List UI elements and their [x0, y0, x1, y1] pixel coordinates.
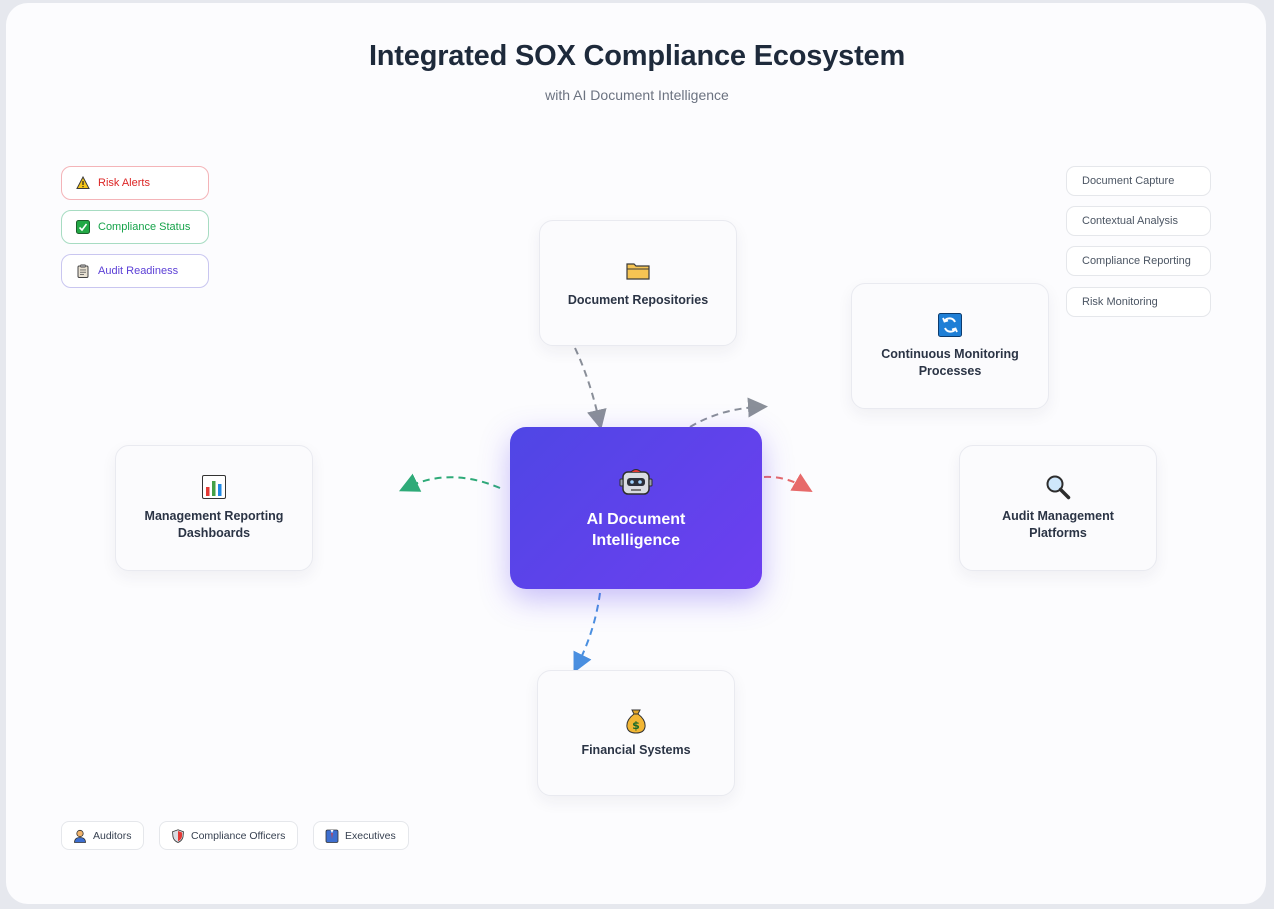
magnifier-icon	[1045, 474, 1071, 500]
arrow-hub-to-audit	[763, 473, 813, 493]
node-document-repositories[interactable]: Document Repositories	[539, 220, 737, 346]
shield-icon	[171, 828, 185, 843]
robot-icon	[619, 466, 653, 503]
node-label: Financial Systems	[581, 742, 691, 757]
node-label: Document Repositories	[567, 292, 709, 307]
briefcase-icon	[325, 829, 339, 843]
node-label: Management Reporting Dashboards	[144, 509, 284, 540]
user-compliance-officers[interactable]: Compliance Officers	[159, 821, 298, 850]
person-icon	[73, 829, 87, 843]
hub-label: AI Document Intelligence	[586, 510, 686, 549]
folder-icon	[625, 258, 651, 284]
arrow-hub-to-monitoring	[689, 397, 768, 428]
svg-text:$: $	[632, 719, 640, 732]
node-label: Audit Management Platforms	[1002, 509, 1114, 540]
bar-chart-icon	[201, 474, 227, 500]
arrow-hub-to-financial	[573, 592, 601, 673]
node-continuous-monitoring[interactable]: Continuous Monitoring Processes	[851, 283, 1049, 409]
node-financial-systems[interactable]: $ Financial Systems	[537, 670, 735, 796]
hub-ai-document-intelligence[interactable]: AI Document Intelligence	[510, 427, 762, 589]
node-label: Continuous Monitoring Processes	[881, 347, 1019, 378]
refresh-icon	[937, 312, 963, 338]
node-audit-management[interactable]: Audit Management Platforms	[959, 445, 1157, 571]
user-label: Executives	[345, 829, 396, 842]
user-label: Auditors	[93, 829, 132, 842]
user-auditors[interactable]: Auditors	[61, 821, 144, 850]
user-label: Compliance Officers	[191, 829, 286, 842]
node-management-dashboards[interactable]: Management Reporting Dashboards	[115, 445, 313, 571]
arrow-hub-to-dashboards	[398, 473, 501, 492]
money-bag-icon: $	[623, 708, 649, 734]
user-executives[interactable]: Executives	[313, 821, 409, 850]
arrow-repositories-to-hub	[574, 347, 607, 430]
